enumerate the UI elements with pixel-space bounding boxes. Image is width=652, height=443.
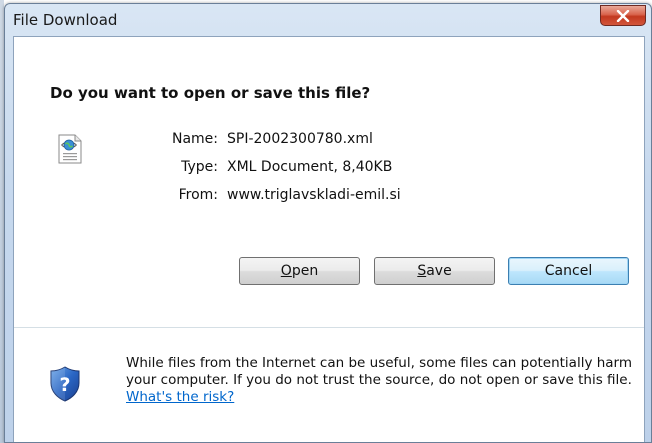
security-warning-text: While files from the Internet can be use… [126,355,636,406]
xml-document-icon [58,134,82,164]
close-icon [616,9,630,22]
open-button[interactable]: Open [239,257,360,285]
warning-body: While files from the Internet can be use… [126,355,633,388]
from-label: From: [178,187,218,203]
security-shield-icon: ? [50,366,80,402]
name-label: Name: [171,131,218,147]
window-title: File Download [13,11,118,29]
type-label: Type: [181,159,218,175]
svg-text:?: ? [59,374,70,396]
open-label-rest: pen [291,263,319,279]
save-accelerator: S [417,263,427,279]
save-label-rest: ave [426,263,452,279]
cancel-button[interactable]: Cancel [508,257,629,285]
from-value: www.triglavskladi-emil.si [227,187,401,203]
whats-the-risk-link[interactable]: What's the risk? [126,389,234,405]
dialog-question: Do you want to open or save this file? [50,84,371,102]
type-value: XML Document, 8,40KB [227,159,393,175]
save-button[interactable]: Save [374,257,495,285]
name-value: SPI-2002300780.xml [227,131,373,147]
title-bar[interactable]: File Download [5,4,651,36]
close-button[interactable] [600,5,646,26]
file-download-dialog: File Download Do you want to open or sav… [4,3,652,443]
dialog-content: Do you want to open or save this file? N… [13,36,645,442]
open-accelerator: O [280,263,292,279]
section-divider-highlight [14,328,644,329]
